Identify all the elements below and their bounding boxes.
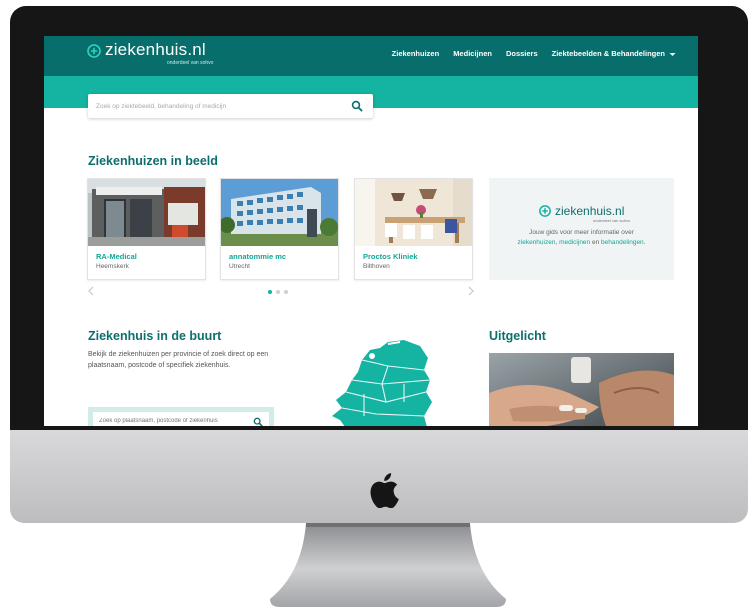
- carousel-dot-active[interactable]: [268, 290, 272, 294]
- chevron-right-icon[interactable]: [468, 286, 474, 296]
- promo-logo-subtitle: onderdeel van sohvo: [593, 218, 631, 223]
- promo-end: .: [643, 239, 646, 246]
- nav-item-ziekenhuizen[interactable]: Ziekenhuizen: [392, 49, 440, 58]
- hospital-name: annatommie mc: [229, 252, 287, 261]
- plus-circle-icon: [87, 44, 101, 58]
- main-search-input[interactable]: [96, 100, 336, 112]
- apple-logo-icon: [370, 473, 399, 508]
- imac-stand: [270, 523, 506, 607]
- hospital-photo: [88, 179, 205, 246]
- section-title-hospitals: Ziekenhuizen in beeld: [88, 154, 218, 168]
- nearby-search: [88, 407, 274, 426]
- netherlands-map[interactable]: [328, 336, 438, 426]
- screen: ziekenhuis.nl onderdeel van sohvo Zieken…: [44, 36, 698, 426]
- hospital-photo: [355, 179, 472, 246]
- carousel-dot[interactable]: [276, 290, 280, 294]
- section-title-featured: Uitgelicht: [489, 329, 546, 343]
- caret-down-icon: [669, 52, 676, 56]
- hospital-photo-art: [88, 179, 205, 246]
- hospital-city: Heemskerk: [96, 263, 129, 270]
- chevron-left-icon[interactable]: [88, 286, 94, 296]
- hospital-name: Proctos Kliniek: [363, 252, 418, 261]
- hospital-card[interactable]: annatommie mc Utrecht: [220, 178, 339, 280]
- hospital-card[interactable]: Proctos Kliniek Bilthoven: [354, 178, 473, 280]
- nav-item-ziektebeelden-label: Ziektebeelden & Behandelingen: [551, 49, 665, 58]
- promo-box: ziekenhuis.nl onderdeel van sohvo Jouw g…: [489, 178, 674, 280]
- top-nav: ziekenhuis.nl onderdeel van sohvo Zieken…: [44, 36, 698, 76]
- promo-link-medicijnen[interactable]: medicijnen: [559, 239, 590, 246]
- nearby-description: Bekijk de ziekenhuizen per provincie of …: [88, 351, 269, 369]
- nearby-search-field: [93, 412, 269, 426]
- hospital-city: Utrecht: [229, 263, 250, 270]
- promo-link-ziekenhuizen[interactable]: ziekenhuizen: [518, 239, 556, 246]
- logo-text: ziekenhuis.nl: [105, 40, 206, 59]
- hospital-photo-art: [221, 179, 338, 246]
- main-search: [88, 94, 373, 118]
- nav-item-ziektebeelden[interactable]: Ziektebeelden & Behandelingen: [552, 49, 676, 58]
- carousel-dot[interactable]: [284, 290, 288, 294]
- search-icon[interactable]: [253, 417, 263, 426]
- carousel-dots: [268, 290, 288, 294]
- promo-text: Jouw gids voor meer informatie over ziek…: [499, 228, 664, 248]
- logo-subtitle: onderdeel van sohvo: [167, 60, 214, 66]
- hospital-photo: [221, 179, 338, 246]
- promo-line: Jouw gids voor meer informatie over: [529, 229, 634, 236]
- hospital-name: RA-Medical: [96, 252, 137, 261]
- hospital-card[interactable]: RA-Medical Heemskerk: [87, 178, 206, 280]
- featured-image[interactable]: [489, 353, 674, 426]
- nav-item-dossiers[interactable]: Dossiers: [506, 49, 538, 58]
- nav-item-medicijnen[interactable]: Medicijnen: [453, 49, 492, 58]
- hospital-photo-art: [355, 179, 472, 246]
- imac-mockup: ziekenhuis.nl onderdeel van sohvo Zieken…: [0, 0, 748, 607]
- promo-logo-text: ziekenhuis.nl: [555, 204, 625, 218]
- hospital-city: Bilthoven: [363, 263, 390, 270]
- promo-separator: en: [590, 239, 602, 246]
- search-icon[interactable]: [351, 100, 363, 112]
- main-menu: Ziekenhuizen Medicijnen Dossiers Ziekteb…: [392, 49, 676, 58]
- featured-photo-art: [489, 353, 674, 426]
- promo-link-behandelingen[interactable]: behandelingen: [601, 239, 644, 246]
- nearby-search-input[interactable]: [99, 418, 239, 424]
- plus-circle-icon: [539, 205, 551, 217]
- section-title-nearby: Ziekenhuis in de buurt: [88, 329, 222, 343]
